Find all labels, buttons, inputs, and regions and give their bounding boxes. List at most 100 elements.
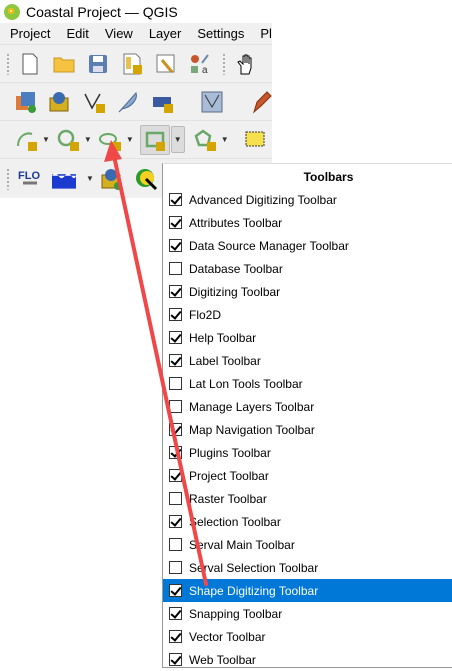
- add-circle-icon[interactable]: [56, 128, 80, 152]
- checkbox[interactable]: [169, 607, 182, 620]
- qgis-logo-icon: [4, 3, 20, 20]
- checkbox[interactable]: [169, 469, 182, 482]
- dropdown-arrow-icon[interactable]: ▼: [170, 126, 185, 153]
- menu-item-flo2d[interactable]: Flo2D: [163, 303, 452, 326]
- menu-settings[interactable]: Settings: [187, 26, 250, 41]
- dropdown-arrow-icon[interactable]: ▼: [126, 135, 134, 144]
- menu-item-map-navigation-toolbar[interactable]: Map Navigation Toolbar: [163, 418, 452, 441]
- new-project-icon[interactable]: [18, 52, 42, 76]
- menu-item-web-toolbar[interactable]: Web Toolbar: [163, 648, 452, 671]
- virtual-layer-icon[interactable]: [200, 90, 224, 114]
- menu-title: Toolbars: [303, 170, 354, 184]
- data-source-manager-icon[interactable]: [14, 90, 38, 114]
- menu-item-raster-toolbar[interactable]: Raster Toolbar: [163, 487, 452, 510]
- menu-item-label: Lat Lon Tools Toolbar: [189, 376, 303, 391]
- flo2d-settings-icon[interactable]: FLO: [18, 167, 42, 191]
- checkbox[interactable]: [169, 331, 182, 344]
- checkbox[interactable]: [169, 538, 182, 551]
- menu-item-digitizing-toolbar[interactable]: Digitizing Toolbar: [163, 280, 452, 303]
- title-bar: Coastal Project — QGIS: [0, 0, 452, 23]
- checkbox[interactable]: [169, 285, 182, 298]
- checkbox[interactable]: [169, 515, 182, 528]
- menu-item-selection-toolbar[interactable]: Selection Toolbar: [163, 510, 452, 533]
- menu-item-label: Attributes Toolbar: [189, 215, 283, 230]
- toolbar-grip[interactable]: [222, 52, 226, 75]
- dropdown-arrow-icon[interactable]: ▼: [42, 135, 50, 144]
- digitize-feather-icon[interactable]: [116, 90, 140, 114]
- dropdown-arrow-icon[interactable]: ▼: [221, 135, 229, 144]
- style-manager-icon[interactable]: a: [188, 52, 212, 76]
- menu-project[interactable]: Project: [0, 26, 56, 41]
- checkbox[interactable]: [169, 400, 182, 413]
- svg-text:a: a: [202, 65, 208, 76]
- add-regular-polygon-icon[interactable]: [193, 128, 217, 152]
- checkbox[interactable]: [169, 193, 182, 206]
- menu-item-manage-layers-toolbar[interactable]: Manage Layers Toolbar: [163, 395, 452, 418]
- menu-item-label: Vector Toolbar: [189, 629, 266, 644]
- menu-item-label: Manage Layers Toolbar: [189, 399, 315, 414]
- checkbox[interactable]: [169, 354, 182, 367]
- checkbox[interactable]: [169, 561, 182, 574]
- menu-item-label: Selection Toolbar: [189, 514, 281, 529]
- menu-item-database-toolbar[interactable]: Database Toolbar: [163, 257, 452, 280]
- menu-item-label-toolbar[interactable]: Label Toolbar: [163, 349, 452, 372]
- open-project-icon[interactable]: [52, 52, 76, 76]
- pencils-icon[interactable]: [250, 90, 272, 114]
- checkbox[interactable]: [169, 653, 182, 666]
- menu-item-help-toolbar[interactable]: Help Toolbar: [163, 326, 452, 349]
- dropdown-arrow-icon[interactable]: ▼: [86, 174, 94, 183]
- menu-item-advanced-digitizing-toolbar[interactable]: Advanced Digitizing Toolbar: [163, 188, 452, 211]
- menu-item-snapping-toolbar[interactable]: Snapping Toolbar: [163, 602, 452, 625]
- menu-item-label: Data Source Manager Toolbar: [189, 238, 349, 253]
- toolbar-grip[interactable]: [6, 167, 10, 190]
- menu-item-label: Serval Selection Toolbar: [189, 560, 319, 575]
- checkbox[interactable]: [169, 216, 182, 229]
- checkbox[interactable]: [169, 262, 182, 275]
- dropdown-arrow-icon[interactable]: ▼: [84, 135, 92, 144]
- menu-item-label: Help Toolbar: [189, 330, 257, 345]
- toolbar-grip[interactable]: [6, 52, 10, 75]
- checkbox[interactable]: [169, 446, 182, 459]
- checkbox[interactable]: [169, 377, 182, 390]
- add-ellipse-icon[interactable]: [98, 128, 122, 152]
- menu-item-vector-toolbar[interactable]: Vector Toolbar: [163, 625, 452, 648]
- menu-layer[interactable]: Layer: [139, 26, 188, 41]
- new-shapefile-icon[interactable]: [82, 90, 106, 114]
- menu-item-label: Snapping Toolbar: [189, 606, 283, 621]
- circular-string-icon[interactable]: [14, 128, 38, 152]
- temporary-layer-icon[interactable]: [150, 90, 174, 114]
- menu-item-label: Project Toolbar: [189, 468, 269, 483]
- pan-map-icon[interactable]: [234, 52, 258, 76]
- layout-manager-icon[interactable]: [154, 52, 178, 76]
- svg-text:FLO: FLO: [18, 170, 40, 182]
- menu-item-label: Shape Digitizing Toolbar: [189, 583, 319, 598]
- menu-item-serval-selection-toolbar[interactable]: Serval Selection Toolbar: [163, 556, 452, 579]
- menu-item-lat-lon-tools-toolbar[interactable]: Lat Lon Tools Toolbar: [163, 372, 452, 395]
- menu-edit[interactable]: Edit: [56, 26, 94, 41]
- menu-plugins[interactable]: Plugins: [250, 26, 272, 41]
- new-geopackage-icon[interactable]: [48, 90, 72, 114]
- flo2d-geopackage-icon[interactable]: [100, 167, 124, 191]
- checkbox[interactable]: [169, 630, 182, 643]
- menu-item-label: Label Toolbar: [189, 353, 261, 368]
- menu-view[interactable]: View: [95, 26, 139, 41]
- flo2d-model-icon[interactable]: [52, 167, 82, 191]
- checkbox[interactable]: [169, 239, 182, 252]
- menu-item-label: Map Navigation Toolbar: [189, 422, 315, 437]
- checkbox[interactable]: [169, 492, 182, 505]
- checkbox[interactable]: [169, 308, 182, 321]
- menu-item-data-source-manager-toolbar[interactable]: Data Source Manager Toolbar: [163, 234, 452, 257]
- checkbox[interactable]: [169, 423, 182, 436]
- add-rectangle-icon[interactable]: [139, 124, 170, 155]
- menu-item-plugins-toolbar[interactable]: Plugins Toolbar: [163, 441, 452, 464]
- new-print-layout-icon[interactable]: [120, 52, 144, 76]
- project-toolbar: a: [0, 44, 272, 82]
- grid-info-icon[interactable]: [134, 167, 158, 191]
- menu-item-attributes-toolbar[interactable]: Attributes Toolbar: [163, 211, 452, 234]
- checkbox[interactable]: [169, 584, 182, 597]
- select-features-icon[interactable]: [243, 128, 267, 152]
- menu-item-serval-main-toolbar[interactable]: Serval Main Toolbar: [163, 533, 452, 556]
- menu-item-project-toolbar[interactable]: Project Toolbar: [163, 464, 452, 487]
- menu-item-shape-digitizing-toolbar[interactable]: Shape Digitizing Toolbar: [163, 579, 452, 602]
- save-project-icon[interactable]: [86, 52, 110, 76]
